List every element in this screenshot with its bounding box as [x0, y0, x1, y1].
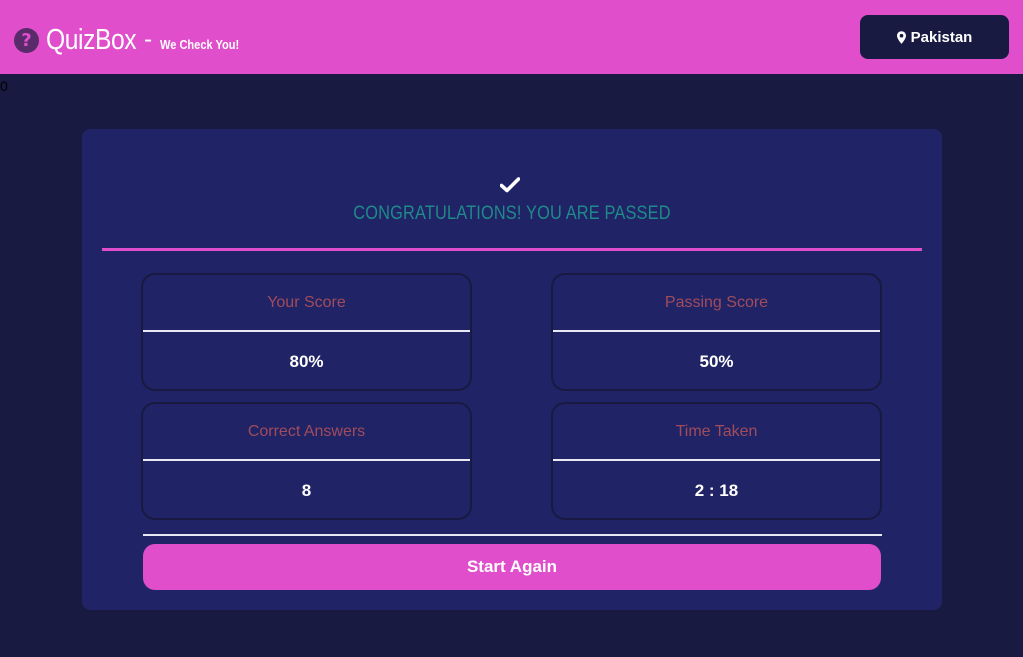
- stat-value: 2 : 18: [694, 480, 739, 500]
- stat-label: Passing Score: [553, 275, 880, 332]
- stat-passing-score: Passing Score 50%: [551, 273, 882, 391]
- question-circle-icon: ?: [14, 27, 39, 53]
- stat-time-taken: Time Taken 2 : 18: [551, 402, 882, 520]
- stat-value: 80%: [289, 351, 324, 371]
- stray-counter-text: 0: [0, 78, 8, 94]
- stat-value: 8: [301, 480, 312, 500]
- location-label: Pakistan: [910, 28, 973, 46]
- stat-label: Correct Answers: [143, 404, 470, 461]
- check-icon: [500, 177, 520, 193]
- stat-your-score: Your Score 80%: [141, 273, 472, 391]
- stat-value: 50%: [699, 351, 734, 371]
- headline-divider: [102, 248, 922, 251]
- stat-label: Time Taken: [553, 404, 880, 461]
- location-button[interactable]: Pakistan: [860, 15, 1009, 59]
- stat-label: Your Score: [143, 275, 470, 332]
- result-headline: CONGRATULATIONS! YOU ARE PASSED: [353, 203, 671, 224]
- brand-tagline: We Check You!: [160, 36, 240, 52]
- stats-divider: [143, 534, 882, 536]
- map-pin-icon: [896, 30, 906, 44]
- brand-title: QuizBox: [46, 23, 137, 56]
- brand[interactable]: ? QuizBox - We Check You!: [14, 22, 253, 58]
- result-card: CONGRATULATIONS! YOU ARE PASSED Your Sco…: [82, 129, 942, 610]
- stat-correct-answers: Correct Answers 8: [141, 402, 472, 520]
- start-again-button[interactable]: Start Again: [143, 544, 881, 590]
- top-navbar: ? QuizBox - We Check You! Pakistan: [0, 0, 1023, 74]
- brand-separator: -: [144, 26, 153, 53]
